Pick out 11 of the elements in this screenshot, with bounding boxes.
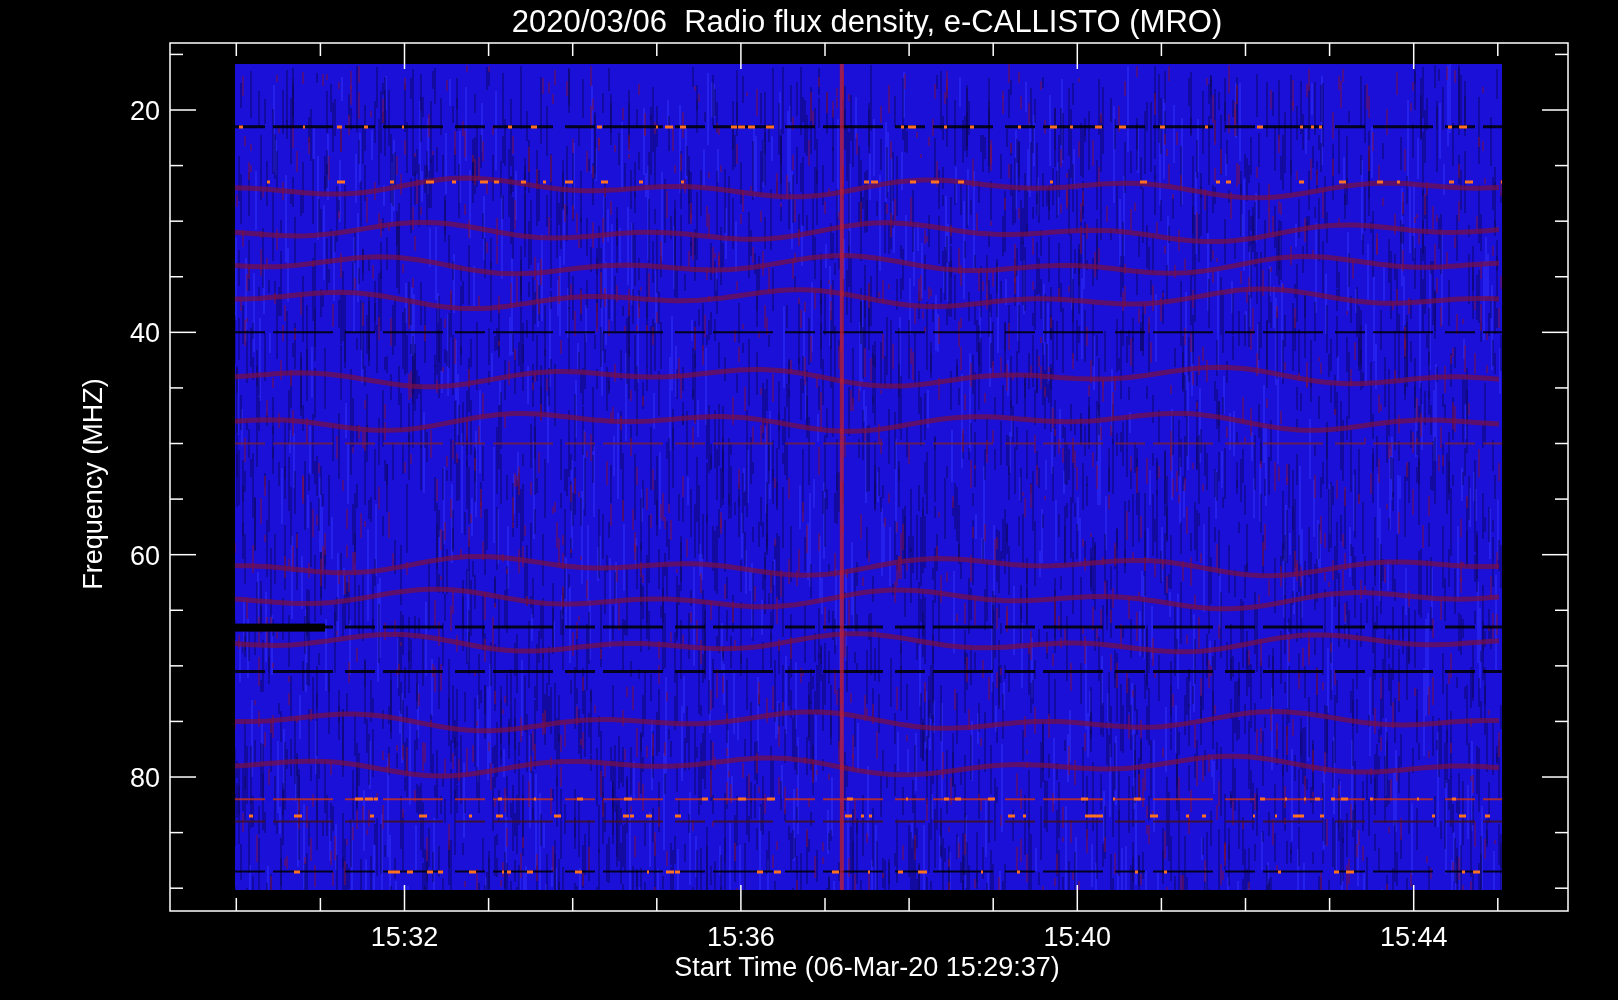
x-tick-label: 15:40 <box>1043 922 1112 952</box>
chart-title: 2020/03/06 Radio flux density, e-CALLISTO (MRO) <box>511 4 1223 39</box>
y-tick-label: 20 <box>129 96 160 126</box>
y-axis-title: Frequency (MHZ) <box>78 378 108 590</box>
y-tick-label: 80 <box>129 763 160 793</box>
x-tick-label: 15:32 <box>370 922 439 952</box>
x-tick-label: 15:44 <box>1379 922 1448 952</box>
x-axis-title: Start Time (06-Mar-20 15:29:37) <box>674 952 1060 982</box>
y-tick-label: 60 <box>129 540 160 571</box>
x-tick-label: 15:36 <box>707 922 775 952</box>
y-tick-label: 40 <box>129 318 160 349</box>
